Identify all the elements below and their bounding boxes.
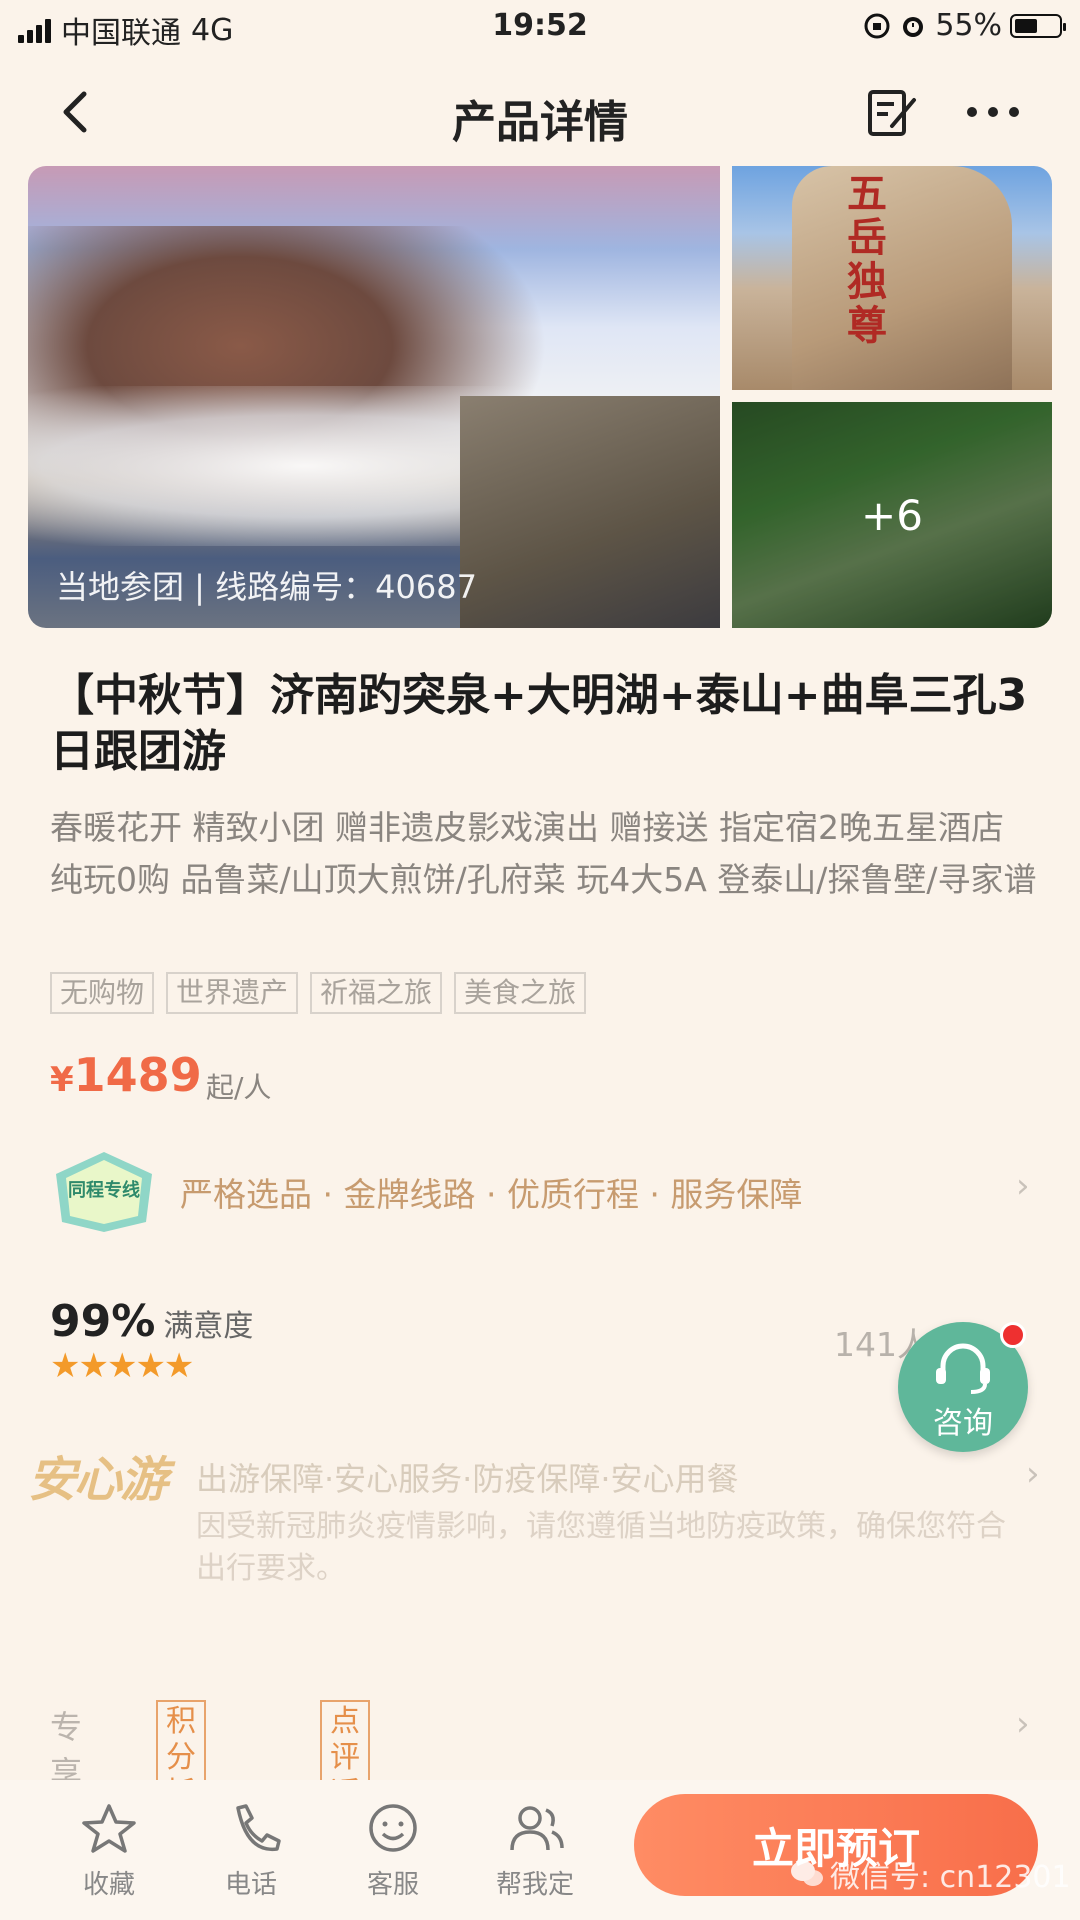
photo-caption: 当地参团 | 线路编号：40687 xyxy=(56,568,477,606)
favorite-button[interactable]: 收藏 xyxy=(64,1798,154,1901)
phone-label: 电话 xyxy=(224,1870,277,1900)
anxin-logo: 安心游 xyxy=(28,1452,168,1508)
rating-stars: ★★★★★ xyxy=(50,1346,194,1386)
customer-service-button[interactable]: 客服 xyxy=(348,1798,438,1901)
features-text: 严格选品 · 金牌线路 · 优质行程 · 服务保障 xyxy=(180,1175,803,1214)
route-badge-icon: 同程专线 xyxy=(56,1152,152,1232)
chevron-right-icon: › xyxy=(1016,1166,1030,1206)
orientation-lock-icon xyxy=(864,13,890,38)
bottom-action-bar: 收藏 电话 客服 帮我定 立即预订 xyxy=(0,1780,1080,1920)
back-arrow-icon[interactable] xyxy=(48,82,108,142)
status-bar: 中国联通 4G 19:52 55% xyxy=(0,0,1080,56)
thumbnail-rock-photo[interactable]: 五岳独尊 xyxy=(732,166,1052,390)
notification-dot xyxy=(1000,1322,1026,1348)
price: ¥1489 xyxy=(50,1048,202,1102)
favorite-label: 收藏 xyxy=(82,1870,135,1900)
satisfaction: 99% 满意度 xyxy=(50,1296,253,1347)
satisfaction-label: 满意度 xyxy=(163,1309,254,1344)
chevron-right-icon: › xyxy=(1016,1704,1030,1744)
price-value: 1489 xyxy=(73,1048,202,1102)
phone-button[interactable]: 电话 xyxy=(206,1798,296,1901)
tag: 世界遗产 xyxy=(166,972,299,1014)
tag: 无购物 xyxy=(50,972,155,1014)
more-photos-count: +6 xyxy=(732,402,1052,628)
features-row[interactable]: 同程专线 严格选品 · 金牌线路 · 优质行程 · 服务保障 › xyxy=(28,1140,1052,1242)
more-icon[interactable] xyxy=(958,82,1028,142)
route-badge-text: 同程专线 xyxy=(68,1179,140,1201)
watermark-text: 微信号: cn12301 xyxy=(830,1860,1071,1895)
status-right: 55% xyxy=(863,8,1066,43)
battery-percent: 55% xyxy=(935,8,1002,43)
product-title: 【中秋节】济南趵突泉+大明湖+泰山+曲阜三孔3日跟团游 xyxy=(50,670,1028,777)
thumbnail-more-photos[interactable]: +6 xyxy=(732,402,1052,628)
safety-guarantee-section[interactable]: 安心游 出游保障·安心服务·防疫保障·安心用餐 因受新冠肺炎疫情影响，请您遵循当… xyxy=(0,1440,1080,1620)
edit-note-icon[interactable] xyxy=(862,82,922,142)
chevron-right-icon: › xyxy=(1026,1454,1040,1494)
rock-carving-text: 五岳独尊 xyxy=(840,172,887,348)
price-symbol: ¥ xyxy=(50,1060,74,1100)
wechat-icon xyxy=(791,1861,823,1886)
wechat-watermark: 微信号: cn12301 xyxy=(790,1852,1071,1896)
product-description: 春暖花开 精致小团 赠非遗皮影戏演出 赠接送 指定宿2晚五星酒店 纯玩0购 品鲁… xyxy=(50,808,1037,899)
users-icon xyxy=(510,1806,564,1851)
consult-label: 咨询 xyxy=(933,1406,993,1441)
star-outline-icon xyxy=(82,1804,136,1853)
main-photo[interactable]: 当地参团 | 线路编号：40687 xyxy=(28,166,720,628)
epidemic-notice: 因受新冠肺炎疫情影响，请您遵循当地防疫政策，确保您符合出行要求。 xyxy=(196,1509,1006,1586)
guarantee-summary: 出游保障·安心服务·防疫保障·安心用餐 xyxy=(196,1460,739,1498)
satisfaction-percent: 99% xyxy=(50,1296,156,1347)
customer-service-label: 客服 xyxy=(366,1870,419,1900)
help-me-book-label: 帮我定 xyxy=(495,1870,574,1900)
help-me-book-button[interactable]: 帮我定 xyxy=(490,1798,580,1901)
phone-icon xyxy=(236,1804,281,1852)
price-unit: 起/人 xyxy=(206,1071,272,1104)
product-tags: 无购物 世界遗产 祈福之旅 美食之旅 xyxy=(50,972,587,1014)
smile-chat-icon xyxy=(369,1804,417,1852)
navigation-bar: 产品详情 xyxy=(0,60,1080,170)
tag: 祈福之旅 xyxy=(310,972,443,1014)
tag: 美食之旅 xyxy=(454,972,587,1014)
photo-gallery: 当地参团 | 线路编号：40687 五岳独尊 +6 xyxy=(28,166,1052,628)
battery-icon xyxy=(1010,13,1066,38)
alarm-icon xyxy=(903,16,924,37)
